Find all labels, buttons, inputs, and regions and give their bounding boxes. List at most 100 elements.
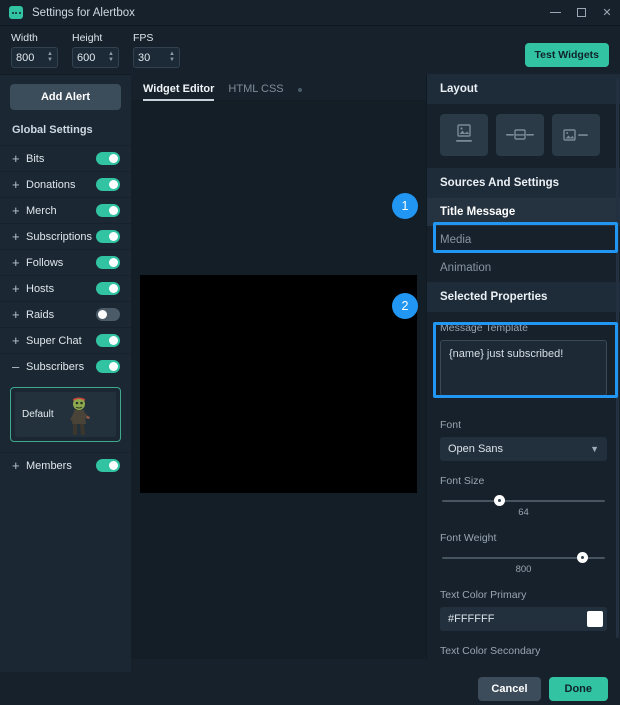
chat-bubble-icon	[9, 6, 23, 19]
font-weight-slider[interactable]: 800	[440, 550, 607, 575]
editor-tabs: Widget Editor HTML CSS	[131, 74, 426, 101]
merch-toggle[interactable]	[96, 204, 120, 217]
properties-scrollbar[interactable]	[616, 78, 619, 638]
font-size-value: 64	[518, 507, 529, 518]
fps-field: FPS 30 ▲ ▼	[133, 32, 180, 68]
settings-window: Settings for Alertbox ✕ Width 800 ▲ ▼ Hei…	[0, 0, 620, 705]
text-color-secondary-label: Text Color Secondary	[440, 645, 541, 657]
font-size-slider-knob[interactable]	[493, 495, 505, 506]
global-settings-heading: Global Settings	[12, 124, 93, 136]
message-template-label: Message Template	[440, 322, 528, 334]
tab-html-css[interactable]: HTML CSS	[228, 83, 283, 100]
message-template-input[interactable]	[440, 340, 607, 396]
subscriptions-toggle[interactable]	[96, 230, 120, 243]
sidebar-item-donations[interactable]: + Donations	[0, 171, 131, 197]
expander-icon[interactable]: +	[12, 282, 26, 295]
sidebar-item-label: Donations	[26, 178, 76, 191]
add-alert-button[interactable]: Add Alert	[10, 84, 121, 110]
width-label: Width	[11, 32, 38, 44]
expander-icon[interactable]: +	[12, 152, 26, 165]
layout-image-above-text-icon[interactable]	[440, 114, 488, 156]
height-stepper[interactable]: ▲ ▼	[108, 51, 114, 63]
close-icon[interactable]: ✕	[594, 0, 620, 25]
text-color-primary-group: Text Color Primary #FFFFFF	[427, 589, 620, 631]
cancel-button[interactable]: Cancel	[478, 676, 541, 701]
message-template-group: Message Template	[427, 312, 620, 405]
height-input[interactable]: 600 ▲ ▼	[72, 47, 119, 68]
variation-card-default[interactable]: Default	[10, 387, 121, 442]
members-toggle[interactable]	[96, 459, 120, 472]
sidebar-item-merch[interactable]: + Merch	[0, 197, 131, 223]
preview-canvas[interactable]	[140, 275, 417, 493]
subscribers-toggle[interactable]	[96, 360, 120, 373]
alert-type-list: + Bits + Donations + Merch + Subscriptio	[0, 145, 131, 672]
sidebar-item-label: Follows	[26, 256, 64, 269]
done-button[interactable]: Done	[548, 676, 608, 701]
hosts-toggle[interactable]	[96, 282, 120, 295]
layout-image-beside-text-icon[interactable]	[552, 114, 600, 156]
width-stepper[interactable]: ▲ ▼	[47, 51, 53, 63]
sidebar-item-label: Members	[26, 459, 72, 472]
sidebar-item-members[interactable]: + Members	[0, 452, 131, 478]
properties-panel: Layout Sources And Settings Title Messag…	[426, 74, 620, 660]
font-weight-group: Font Weight 800	[427, 532, 620, 575]
variation-thumbnail: Default	[15, 392, 116, 437]
text-color-secondary-group: Text Color Secondary	[427, 645, 620, 657]
tab-widget-editor[interactable]: Widget Editor	[143, 83, 215, 101]
super-chat-toggle[interactable]	[96, 334, 120, 347]
donations-toggle[interactable]	[96, 178, 120, 191]
font-size-group: Font Size 64	[427, 475, 620, 518]
follows-toggle[interactable]	[96, 256, 120, 269]
preview-footer	[131, 659, 426, 672]
font-select[interactable]: Open Sans ▼	[440, 437, 607, 461]
sources-section-header: Sources And Settings	[427, 168, 620, 198]
expander-icon[interactable]: +	[12, 230, 26, 243]
text-color-primary-label: Text Color Primary	[440, 589, 527, 601]
window-controls: ✕	[542, 0, 620, 25]
source-item-title-message[interactable]: Title Message	[427, 198, 620, 226]
sidebar-item-bits[interactable]: + Bits	[0, 145, 131, 171]
sidebar-item-raids[interactable]: + Raids	[0, 301, 131, 327]
layout-banner-icon[interactable]	[496, 114, 544, 156]
expander-icon[interactable]: +	[12, 204, 26, 217]
sidebar-item-subscribers[interactable]: – Subscribers	[0, 353, 131, 379]
window-title: Settings for Alertbox	[32, 6, 135, 19]
font-size-slider[interactable]: 64	[440, 493, 607, 518]
step-badge-2: 2	[392, 293, 418, 319]
maximize-button[interactable]	[568, 0, 594, 25]
expander-icon[interactable]: +	[12, 256, 26, 269]
sidebar-item-super-chat[interactable]: + Super Chat	[0, 327, 131, 353]
add-alert-wrap: Add Alert	[0, 75, 131, 118]
fps-stepper[interactable]: ▲ ▼	[169, 51, 175, 63]
font-weight-slider-knob[interactable]	[576, 552, 588, 563]
expander-icon[interactable]: +	[12, 178, 26, 191]
font-weight-label: Font Weight	[440, 532, 497, 544]
height-label: Height	[72, 32, 103, 44]
text-color-primary-input[interactable]: #FFFFFF	[440, 607, 607, 631]
expander-icon[interactable]: +	[12, 308, 26, 321]
sidebar-item-hosts[interactable]: + Hosts	[0, 275, 131, 301]
fps-input[interactable]: 30 ▲ ▼	[133, 47, 180, 68]
test-widgets-button[interactable]: Test Widgets	[524, 43, 609, 67]
sidebar: Add Alert Global Settings + Bits + Donat…	[0, 74, 131, 672]
width-field: Width 800 ▲ ▼	[11, 32, 58, 68]
sidebar-item-follows[interactable]: + Follows	[0, 249, 131, 275]
text-color-primary-value: #FFFFFF	[448, 613, 495, 625]
bits-toggle[interactable]	[96, 152, 120, 165]
main-body: Add Alert Global Settings + Bits + Donat…	[0, 74, 620, 672]
expander-icon[interactable]: +	[12, 459, 26, 472]
width-input[interactable]: 800 ▲ ▼	[11, 47, 58, 68]
widget-preview[interactable]	[131, 101, 426, 672]
source-item-animation[interactable]: Animation	[427, 254, 620, 282]
collapse-icon[interactable]: –	[12, 360, 26, 373]
variation-label: Default	[22, 409, 54, 420]
dialog-footer: Cancel Done	[0, 672, 620, 705]
expander-icon[interactable]: +	[12, 334, 26, 347]
source-item-media[interactable]: Media	[427, 226, 620, 254]
width-value: 800	[16, 51, 35, 64]
color-swatch[interactable]	[587, 611, 603, 627]
raids-toggle[interactable]	[96, 308, 120, 321]
sidebar-item-subscriptions[interactable]: + Subscriptions	[0, 223, 131, 249]
sidebar-item-label: Hosts	[26, 282, 55, 295]
minimize-button[interactable]	[542, 0, 568, 25]
